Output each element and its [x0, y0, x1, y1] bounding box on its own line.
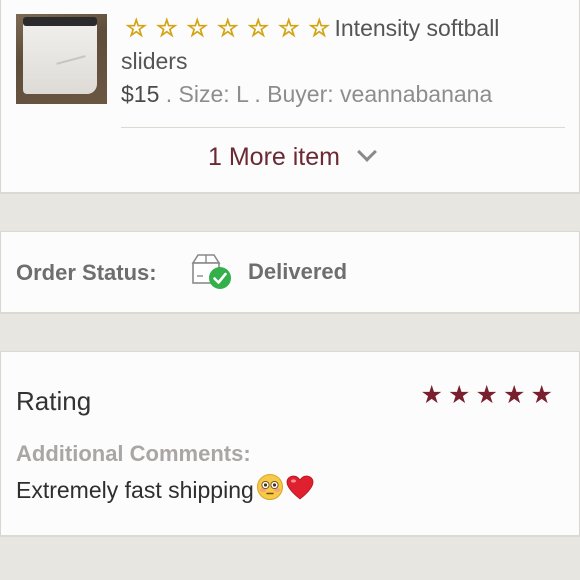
star-filled-icon: ★ — [530, 381, 553, 409]
star-outline-icon: ☆ — [277, 15, 300, 43]
star-outline-icon: ☆ — [125, 15, 147, 43]
star-filled-icon: ★ — [475, 381, 498, 409]
rating-stars: ★ ★ ★ ★ ★ — [418, 380, 556, 410]
order-status-label: Order Status: — [16, 260, 157, 285]
comments-text: Extremely fast shipping — [16, 477, 254, 503]
star-outline-icon: ☆ — [216, 15, 239, 43]
rating-card: Rating ★ ★ ★ ★ ★ Additional Comments: Extrem… — [0, 351, 580, 536]
section-gap — [0, 193, 580, 231]
item-details: ☆ ☆ ☆ ☆ ☆ ☆ ☆ Intensity softball sliders $15 . … — [121, 12, 561, 111]
delivered-box-icon — [191, 254, 231, 289]
item-price: $15 — [121, 81, 160, 107]
star-filled-icon: ★ — [503, 381, 526, 409]
thumbnail-waistband — [23, 17, 97, 26]
star-outline-icon: ☆ — [247, 15, 269, 43]
section-gap — [0, 536, 580, 580]
comments-label: Additional Comments: — [16, 441, 251, 466]
star-filled-icon: ★ — [448, 381, 471, 409]
more-items-button[interactable]: 1 More item — [1, 142, 580, 179]
item-card: ☆ ☆ ☆ ☆ ☆ ☆ ☆ Intensity softball sliders $15 . … — [0, 0, 580, 193]
rating-label: Rating — [16, 386, 92, 416]
flushed-face-emoji — [256, 474, 283, 500]
item-divider — [121, 127, 565, 128]
item-thumbnail[interactable] — [16, 14, 107, 104]
more-items-label: 1 More item — [208, 143, 340, 171]
star-outline-icon: ☆ — [186, 15, 208, 43]
item-meta: . Size: L . Buyer: veannabanana — [159, 81, 493, 107]
star-outline-icon: ☆ — [308, 15, 330, 43]
chevron-down-icon — [357, 142, 377, 162]
red-heart-emoji — [286, 475, 314, 500]
star-outline-icon: ☆ — [155, 15, 178, 43]
item-star-row: ☆ ☆ ☆ ☆ ☆ ☆ ☆ — [121, 15, 335, 43]
section-gap — [0, 313, 580, 351]
star-filled-icon: ★ — [420, 381, 443, 409]
order-status-value: Delivered — [248, 259, 348, 284]
comments-text-row: Extremely fast shipping — [16, 473, 314, 504]
order-status-card: Order Status: Delivered — [0, 231, 580, 313]
